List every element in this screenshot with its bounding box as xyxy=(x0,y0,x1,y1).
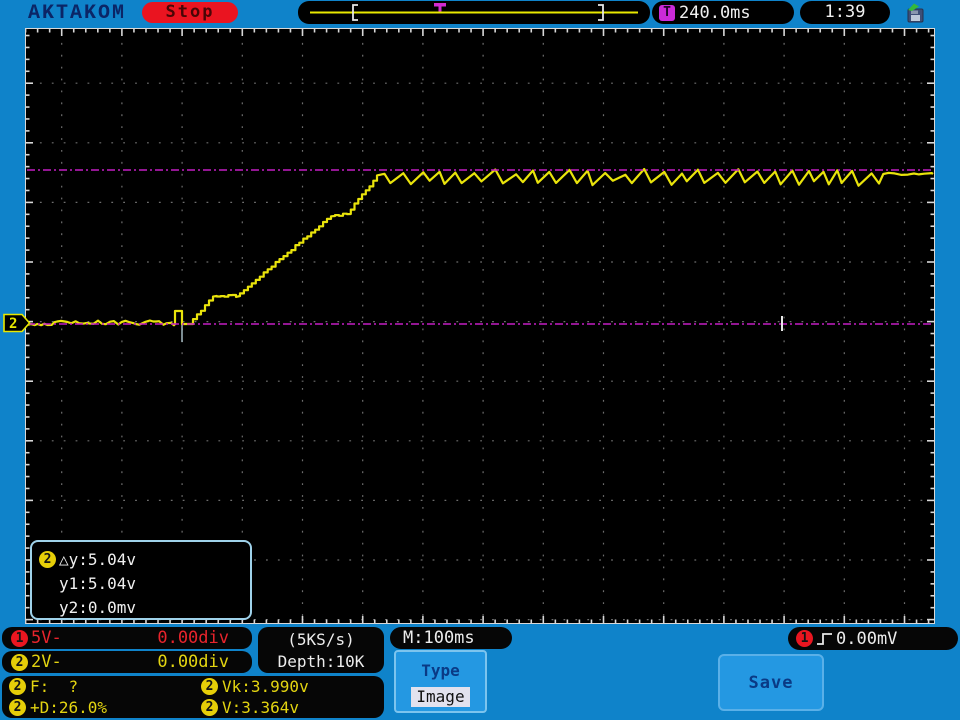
clock-readout: 1:39 xyxy=(800,1,890,24)
cursor-delta-row: 2 △y:5.04v xyxy=(39,547,250,571)
channel2-badge: 2 xyxy=(201,678,218,695)
trigger-level-value: 0.00mV xyxy=(836,628,898,649)
channel1-badge: 1 xyxy=(11,629,28,647)
trigger-position-bar[interactable] xyxy=(298,1,650,24)
channel2-badge: 2 xyxy=(201,699,218,716)
channel1-scale: 5V- xyxy=(31,628,62,648)
cursor-delta-value: △y:5.04v xyxy=(59,549,137,569)
timebase-readout: M:100ms xyxy=(390,627,512,649)
cursor-readout-box: 2 △y:5.04v y1:5.04v y2:0.0mv xyxy=(30,540,252,620)
duty-value: +D:26.0% xyxy=(30,698,108,717)
brand-logo: AKTAKOM xyxy=(28,2,127,25)
channel1-status: 1 5V- 0.00div xyxy=(2,627,252,649)
channel2-badge: 2 xyxy=(11,653,28,671)
sample-rate: (5KS/s) xyxy=(287,629,355,649)
channel2-position: 0.00div xyxy=(157,652,229,672)
channel2-marker-label: 2 xyxy=(9,316,17,332)
v-value: V:3.364v xyxy=(222,698,300,717)
measurements-box: 2 F: ? 2 Vk:3.990v 2 +D:26.0% 2 V:3.364v xyxy=(2,676,384,718)
type-button-label: Type xyxy=(421,661,460,680)
trigger-delay-value: 240.0ms xyxy=(679,2,751,23)
frequency-value: F: ? xyxy=(30,677,79,696)
channel2-waveform xyxy=(27,167,934,327)
channel2-badge: 2 xyxy=(39,550,56,568)
oscilloscope-screen: AKTAKOM Stop T 240.0ms 1:39 2 2 △y:5.04v xyxy=(0,0,960,720)
type-button-value: Image xyxy=(411,687,470,707)
trigger-delay-readout: T 240.0ms xyxy=(652,1,794,24)
trigger-type-icon: T xyxy=(659,4,675,21)
measurement-duty: 2 +D:26.0% xyxy=(9,698,201,717)
trigger-status: 1 0.00mV xyxy=(788,627,958,650)
measurement-v: 2 V:3.364v xyxy=(201,698,384,717)
acquisition-state-button[interactable]: Stop xyxy=(142,2,238,23)
type-button[interactable]: Type Image xyxy=(394,650,487,713)
graticule-border xyxy=(25,28,935,624)
measurement-vk: 2 Vk:3.990v xyxy=(201,677,384,696)
trigger-source-badge: 1 xyxy=(796,630,813,647)
rising-edge-icon xyxy=(817,632,832,645)
cursor-y2-row: y2:0.0mv xyxy=(39,595,250,619)
cursor-y1-row: y1:5.04v xyxy=(39,571,250,595)
sampling-status: (5KS/s) Depth:10K xyxy=(258,627,384,673)
cursor-y2-value: y2:0.0mv xyxy=(59,597,137,617)
vk-value: Vk:3.990v xyxy=(222,677,309,696)
channel2-badge: 2 xyxy=(9,678,26,695)
waveform-display xyxy=(24,28,935,624)
storage-icon xyxy=(907,3,924,23)
channel2-status: 2 2V- 0.00div xyxy=(2,651,252,673)
cursor-y1-value: y1:5.04v xyxy=(59,573,137,593)
channel2-badge: 2 xyxy=(9,699,26,716)
save-button[interactable]: Save xyxy=(718,654,824,711)
channel2-scale: 2V- xyxy=(31,652,62,672)
channel2-position-marker[interactable]: 2 xyxy=(3,313,31,333)
measurement-frequency: 2 F: ? xyxy=(9,677,201,696)
scope-graticule xyxy=(24,28,935,624)
channel1-position: 0.00div xyxy=(157,628,229,648)
memory-depth: Depth:10K xyxy=(277,651,365,671)
